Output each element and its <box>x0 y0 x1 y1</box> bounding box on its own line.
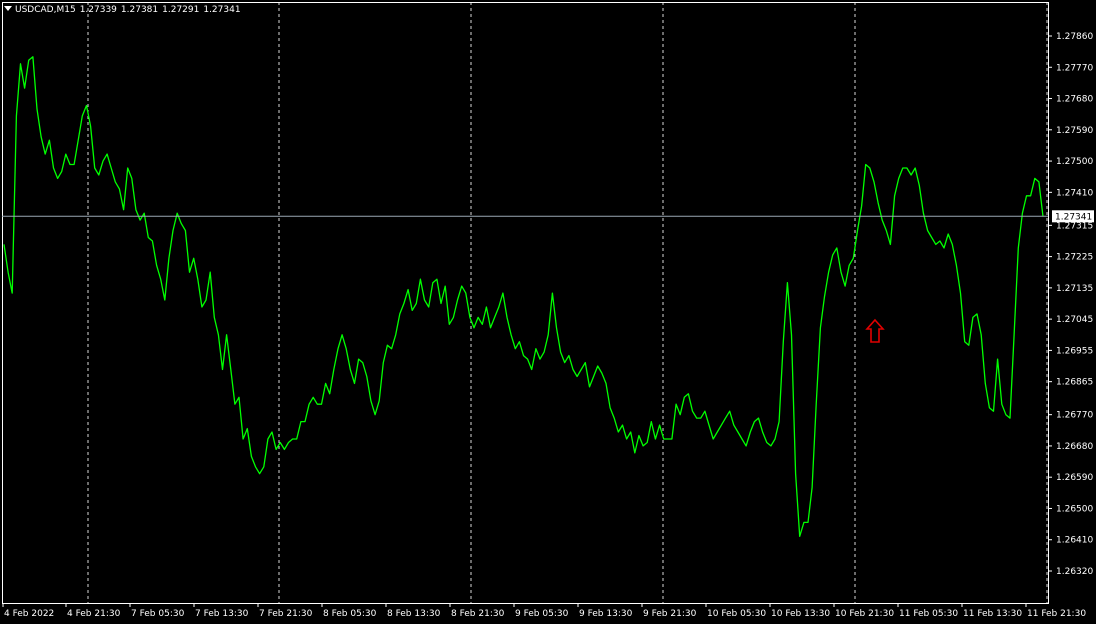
x-tick-label: 7 Feb 05:30 <box>131 609 185 619</box>
current-price-label: 1.27341 <box>1055 212 1092 222</box>
x-tick-label: 4 Feb 2022 <box>4 609 54 619</box>
x-tick-label: 11 Feb 05:30 <box>899 609 958 619</box>
y-tick-label: 1.26590 <box>1056 473 1093 483</box>
x-tick-label: 4 Feb 21:30 <box>67 609 121 619</box>
y-tick-label: 1.26865 <box>1056 378 1093 388</box>
x-tick-label: 8 Feb 13:30 <box>387 609 441 619</box>
plot-border <box>2 2 1049 604</box>
x-tick-label: 10 Feb 05:30 <box>707 609 766 619</box>
y-tick-label: 1.27135 <box>1056 284 1093 294</box>
x-axis: 4 Feb 2022 4 Feb 21:30 7 Feb 05:30 7 Feb 13… <box>2 603 1086 619</box>
up-arrow-icon <box>865 318 885 343</box>
chart-frame <box>2 2 1049 604</box>
y-axis: 1.27860 1.27770 1.27680 1.27590 1.27500 1.274… <box>1048 32 1094 577</box>
x-tick-label: 11 Feb 13:30 <box>963 609 1022 619</box>
x-tick-label: 7 Feb 13:30 <box>195 609 249 619</box>
y-tick-label: 1.27680 <box>1056 95 1093 105</box>
x-tick-label: 9 Feb 13:30 <box>579 609 633 619</box>
x-tick-label: 10 Feb 13:30 <box>771 609 830 619</box>
y-tick-label: 1.26770 <box>1056 411 1093 421</box>
y-tick-label: 1.27590 <box>1056 126 1093 136</box>
y-tick-label: 1.27410 <box>1056 188 1093 198</box>
y-tick-label: 1.27770 <box>1056 63 1093 73</box>
grid-lines <box>87 2 1048 603</box>
y-tick-label: 1.27045 <box>1056 315 1093 325</box>
x-tick-label: 10 Feb 21:30 <box>835 609 894 619</box>
y-tick-label: 1.26320 <box>1056 567 1093 577</box>
x-tick-label: 9 Feb 05:30 <box>515 609 569 619</box>
x-tick-label: 8 Feb 21:30 <box>451 609 505 619</box>
y-tick-label: 1.26680 <box>1056 442 1093 452</box>
y-tick-label: 1.27860 <box>1056 32 1093 42</box>
y-tick-label: 1.27315 <box>1056 221 1093 231</box>
markers <box>865 318 885 343</box>
y-tick-label: 1.26500 <box>1056 504 1093 514</box>
x-tick-label: 11 Feb 21:30 <box>1027 609 1086 619</box>
y-tick-label: 1.26410 <box>1056 536 1093 546</box>
price-series-line <box>3 56 1044 537</box>
series-layer <box>3 56 1044 537</box>
y-tick-label: 1.27225 <box>1056 253 1093 263</box>
x-tick-label: 9 Feb 21:30 <box>643 609 697 619</box>
x-tick-label: 7 Feb 21:30 <box>259 609 313 619</box>
y-tick-label: 1.26955 <box>1056 346 1093 356</box>
y-tick-label: 1.27500 <box>1056 157 1093 167</box>
x-tick-label: 8 Feb 05:30 <box>323 609 377 619</box>
price-chart[interactable]: 1.27860 1.27770 1.27680 1.27590 1.27500 1.274… <box>0 0 1096 624</box>
